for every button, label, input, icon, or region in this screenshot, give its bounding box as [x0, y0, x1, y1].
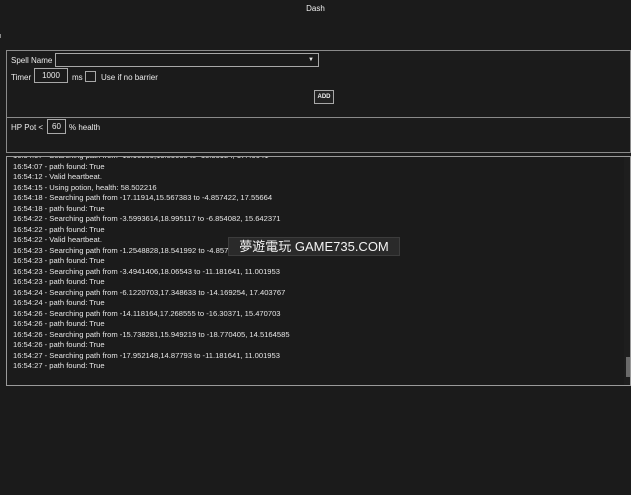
- watermark-overlay: 夢遊電玩 GAME735.COM: [228, 237, 400, 256]
- log-line: 16:54:27 - Searching path from -17.95214…: [13, 350, 280, 360]
- log-line: 16:54:23 - path found: True: [13, 256, 105, 265]
- hp-panel: HP Pot < 60 % health: [6, 117, 631, 153]
- log-line: 16:54:26 - path found: True: [13, 319, 105, 328]
- log-line: 16:54:22 - Searching path from -3.599361…: [13, 214, 281, 223]
- log-line: 16:54:24 - Searching path from -6.122070…: [13, 287, 286, 297]
- no-barrier-checkbox[interactable]: [85, 71, 96, 82]
- left-edge-marker: [0, 34, 4, 38]
- spell-name-label: Spell Name: [11, 56, 53, 65]
- log-line: 16:54:24 - path found: True: [13, 298, 105, 307]
- log-line: 16:54:26 - path found: True: [13, 340, 105, 349]
- timer-label: Timer: [11, 73, 32, 82]
- log-line: 16:54:26 - Searching path from -15.73828…: [13, 329, 290, 339]
- hp-unit-label: % health: [69, 123, 101, 132]
- log-line: 16:54:23 - Searching path from -3.494140…: [13, 266, 280, 276]
- window-title: Dash: [306, 4, 325, 13]
- log-line: 16:54:27 - path found: True: [13, 361, 105, 370]
- hp-threshold-input[interactable]: 60: [47, 119, 66, 134]
- log-line: 16:54:26 - Searching path from -14.11816…: [13, 308, 281, 318]
- scrollbar-thumb[interactable]: [626, 357, 630, 377]
- log-line: 16:54:18 - Searching path from -17.11914…: [13, 193, 273, 202]
- add-button[interactable]: ADD: [314, 90, 334, 104]
- no-barrier-label: Use if no barrier: [101, 73, 158, 82]
- timer-unit: ms: [72, 73, 83, 82]
- log-line: 16:54:15 - Using potion, health: 58.5022…: [13, 182, 157, 192]
- spell-panel: Spell Name ▼ Timer 1000 ms Use if no bar…: [6, 50, 631, 118]
- chevron-down-icon[interactable]: ▼: [308, 57, 314, 63]
- log-panel[interactable]: 16:54:07 - Searching path from -15.95905…: [6, 156, 631, 386]
- log-scrollbar[interactable]: [624, 157, 630, 385]
- spell-name-dropdown[interactable]: ▼: [55, 53, 319, 67]
- log-line: 16:54:18 - path found: True: [13, 203, 105, 213]
- log-line: 16:54:22 - path found: True: [13, 224, 105, 234]
- hp-pot-label: HP Pot <: [11, 123, 44, 132]
- log-line: 16:54:07 - path found: True: [13, 161, 105, 171]
- timer-input[interactable]: 1000: [34, 68, 68, 83]
- log-line: 16:54:23 - path found: True: [13, 277, 105, 286]
- log-line: 16:54:12 - Valid heartbeat.: [13, 172, 102, 181]
- log-list: 16:54:07 - Searching path from -15.95905…: [13, 157, 620, 372]
